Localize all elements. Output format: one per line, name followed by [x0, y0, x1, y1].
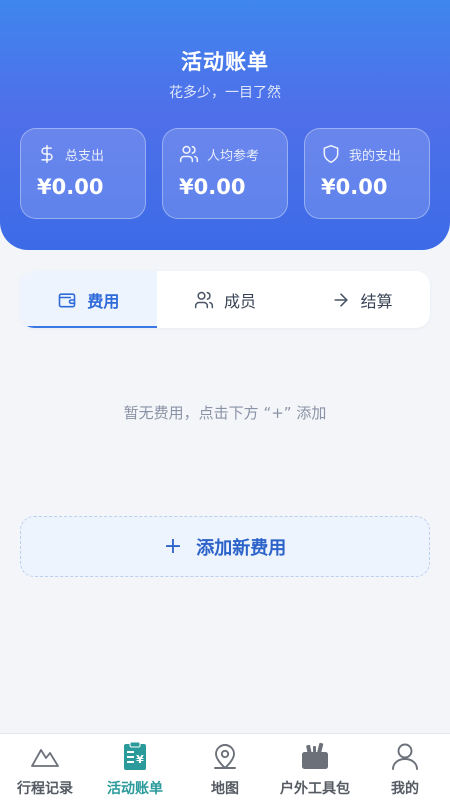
- page-subtitle: 花多少，一目了然: [169, 85, 281, 101]
- nav-label: 户外工具包: [280, 781, 350, 797]
- tab-settlement[interactable]: 结算: [293, 271, 430, 328]
- shield-icon: [323, 144, 339, 164]
- tab-label: 结算: [360, 291, 393, 311]
- user-icon: [392, 743, 418, 770]
- tab-label: 成员: [224, 291, 257, 311]
- stat-value: ¥0.00: [179, 175, 246, 199]
- nav-label: 活动账单: [107, 781, 163, 797]
- nav-label: 行程记录: [17, 781, 73, 797]
- nav-item-toolkit[interactable]: 户外工具包: [270, 734, 360, 800]
- bottom-nav: 行程记录 ¥ 活动账单 地图 户外工具包 我的: [0, 733, 450, 800]
- nav-item-profile[interactable]: 我的: [360, 734, 450, 800]
- stat-value: ¥0.00: [321, 175, 388, 199]
- nav-label: 我的: [391, 781, 419, 797]
- users-icon: [194, 291, 214, 308]
- bill-icon: ¥: [124, 741, 146, 770]
- map-pin-icon: [214, 744, 236, 769]
- mountain-icon: [31, 749, 59, 767]
- arrow-right-icon: [334, 292, 348, 307]
- tab-bar: 费用 成员 结算: [20, 271, 430, 328]
- tab-members[interactable]: 成员: [157, 271, 294, 328]
- dollar-icon: [41, 144, 53, 164]
- wallet-icon: [59, 292, 76, 307]
- page-title: 活动账单: [181, 50, 269, 74]
- stat-label: 总支出: [65, 148, 105, 164]
- stat-card-total: 总支出 ¥0.00: [20, 128, 146, 219]
- add-expense-label: 添加新费用: [196, 537, 287, 559]
- svg-text:¥: ¥: [136, 753, 144, 766]
- nav-label: 地图: [211, 781, 239, 797]
- tab-expenses[interactable]: 费用: [20, 271, 157, 328]
- nav-item-trips[interactable]: 行程记录: [0, 734, 90, 800]
- header-banner: 活动账单 花多少，一目了然 总支出 ¥0.00 人均参考 ¥0.00 我的支出 …: [0, 0, 450, 250]
- nav-item-map[interactable]: 地图: [180, 734, 270, 800]
- add-expense-button[interactable]: + 添加新费用: [20, 516, 430, 577]
- users-icon: [179, 145, 199, 163]
- stat-value: ¥0.00: [37, 175, 104, 199]
- stat-label: 我的支出: [349, 148, 402, 164]
- stat-card-mine: 我的支出 ¥0.00: [304, 128, 430, 219]
- stat-card-per-person: 人均参考 ¥0.00: [162, 128, 288, 219]
- empty-state-text: 暂无费用，点击下方 “+” 添加: [123, 404, 327, 422]
- nav-item-bills[interactable]: ¥ 活动账单: [90, 734, 180, 800]
- tab-label: 费用: [87, 291, 120, 311]
- stat-label: 人均参考: [207, 148, 260, 164]
- plus-icon: +: [163, 533, 183, 559]
- toolbox-icon: [302, 742, 328, 769]
